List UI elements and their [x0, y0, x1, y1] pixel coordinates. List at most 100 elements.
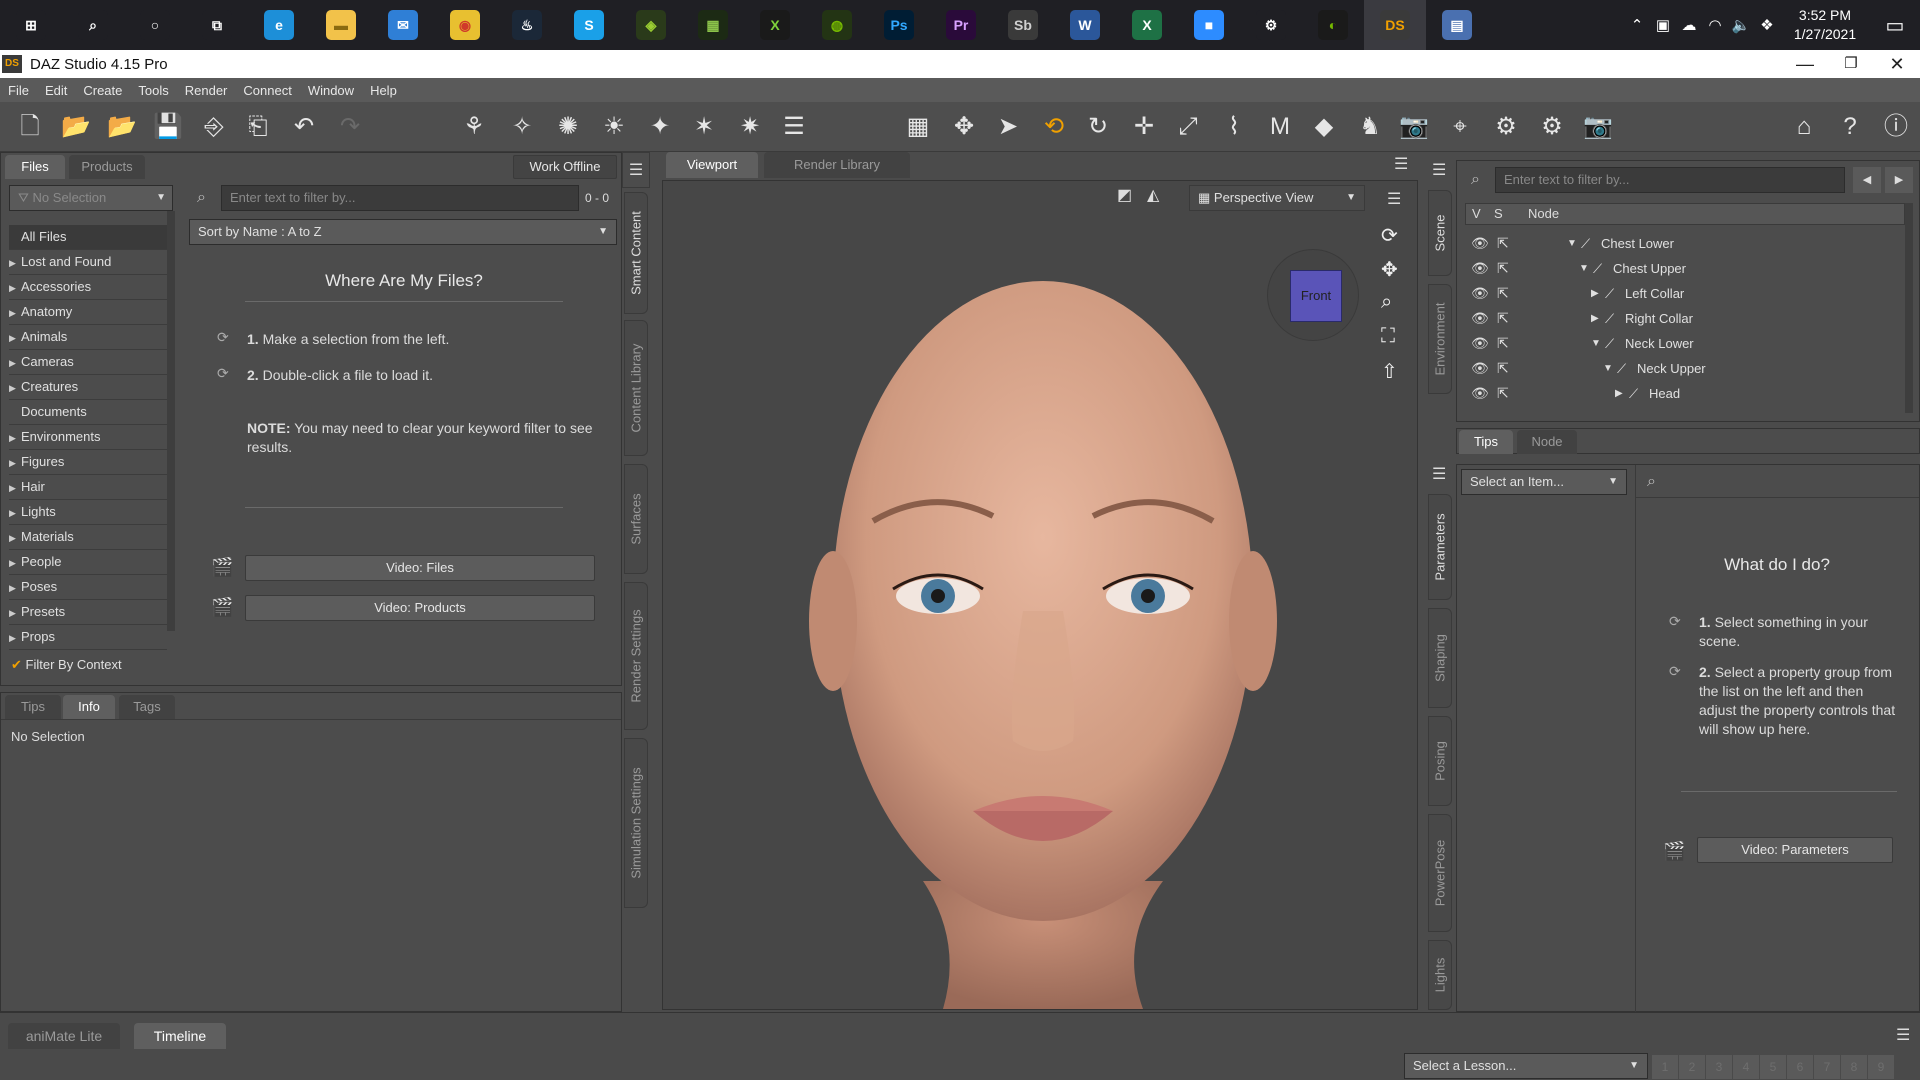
camera-settings-icon[interactable]: 📷 — [1398, 111, 1430, 143]
surface-selection-icon[interactable]: ◆ — [1308, 111, 1340, 143]
draw-style-icon[interactable]: ◩ — [1117, 185, 1132, 205]
tree-arrow-icon[interactable]: ▼ — [1579, 256, 1589, 281]
selectable-cursor-icon[interactable]: ⇱ — [1497, 306, 1515, 331]
category-item[interactable]: ▶ Poses — [9, 575, 167, 600]
menu-render[interactable]: Render — [177, 83, 236, 98]
no-selection-dropdown[interactable]: ⛛ No Selection ▼ — [9, 185, 173, 211]
daz-home-icon[interactable]: ⌂ — [1788, 111, 1820, 143]
minimize-button[interactable]: — — [1782, 50, 1828, 78]
reset-camera-icon[interactable]: ⇧ — [1381, 359, 1398, 384]
visibility-eye-icon[interactable]: 👁 — [1471, 256, 1489, 281]
arrow-left-icon[interactable]: ◀ — [1853, 167, 1881, 193]
pane-menu-icon[interactable]: ☰ — [1432, 464, 1446, 484]
category-item[interactable]: ▶ People — [9, 550, 167, 575]
dropbox-icon[interactable]: ❖ — [1754, 16, 1780, 34]
select-item-dropdown[interactable]: Select an Item... ▼ — [1461, 469, 1627, 495]
vtab-simulation-settings[interactable]: Simulation Settings — [624, 738, 648, 908]
scene-filter-input[interactable]: Enter text to filter by... — [1495, 167, 1845, 193]
volume-icon[interactable]: 🔈 — [1728, 16, 1754, 34]
lesson-page-button[interactable]: 1 — [1652, 1055, 1678, 1079]
skype-icon[interactable]: S — [558, 0, 620, 50]
lesson-dropdown[interactable]: Select a Lesson... ▼ — [1404, 1053, 1648, 1079]
merge-icon[interactable]: 📂 — [106, 111, 138, 143]
category-item[interactable]: ▶ Lost and Found — [9, 250, 167, 275]
vtab-parameters[interactable]: Parameters — [1428, 494, 1452, 600]
whats-this-icon[interactable]: ? — [1834, 111, 1866, 143]
render-icon[interactable]: 📷 — [1582, 111, 1614, 143]
category-item[interactable]: ▶ Animals — [9, 325, 167, 350]
vtab-content-library[interactable]: Content Library — [624, 320, 648, 456]
scene-node-row[interactable]: 👁 ⇱ ▶ ⟋ Right Collar — [1471, 306, 1901, 331]
selectable-cursor-icon[interactable]: ⇱ — [1497, 331, 1515, 356]
lesson-page-button[interactable]: 4 — [1733, 1055, 1759, 1079]
col-visible[interactable]: V — [1472, 206, 1481, 221]
render-settings-icon[interactable]: ⚙ — [1536, 111, 1568, 143]
onedrive-icon[interactable]: ☁ — [1676, 16, 1702, 34]
tree-arrow-icon[interactable]: ▶ — [1591, 281, 1599, 306]
category-item[interactable]: ▶ Lights — [9, 500, 167, 525]
selectable-cursor-icon[interactable]: ⇱ — [1497, 256, 1515, 281]
chrome-icon[interactable]: ◉ — [434, 0, 496, 50]
category-item[interactable]: ▶ Figures — [9, 450, 167, 475]
cortana-icon[interactable]: ○ — [124, 0, 186, 50]
rotate-tool-icon[interactable]: ↻ — [1082, 111, 1114, 143]
steam-icon[interactable]: ♨ — [496, 0, 558, 50]
scene-node-row[interactable]: 👁 ⇱ ▶ ⟋ Head — [1471, 381, 1901, 406]
tab-products[interactable]: Products — [69, 155, 145, 179]
col-node[interactable]: Node — [1528, 206, 1559, 221]
frame-icon[interactable]: ⛶ — [1381, 325, 1395, 348]
active-pose-icon[interactable]: ⟲ — [1038, 111, 1070, 143]
arrow-right-icon[interactable]: ▶ — [1885, 167, 1913, 193]
scene-node-row[interactable]: 👁 ⇱ ▼ ⟋ Neck Upper — [1471, 356, 1901, 381]
chevron-up-icon[interactable]: ⌃ — [1624, 16, 1650, 34]
spotlight-icon[interactable]: ✧ — [506, 111, 538, 143]
distant-light-icon[interactable]: ✺ — [552, 111, 584, 143]
pane-menu-icon[interactable]: ☰ — [622, 152, 650, 188]
lesson-page-button[interactable]: 6 — [1787, 1055, 1813, 1079]
zoom-camera-icon[interactable]: ⌕ — [1381, 291, 1392, 314]
viewport-3d[interactable]: ◩ ◭ ▦ Perspective View ▼ ☰ Front ⟳ ✥ ⌕ ⛶… — [662, 180, 1418, 1010]
category-item[interactable]: All Files — [9, 225, 167, 250]
vtab-environment[interactable]: Environment — [1428, 284, 1452, 394]
scene-node-row[interactable]: 👁 ⇱ ▼ ⟋ Chest Lower — [1471, 231, 1901, 256]
tab-node[interactable]: Node — [1517, 430, 1577, 454]
view-cube-front[interactable]: Front — [1290, 270, 1342, 322]
tab-tags[interactable]: Tags — [119, 695, 175, 719]
scene-node-row[interactable]: 👁 ⇱ ▼ ⟋ Neck Lower — [1471, 331, 1901, 356]
category-item[interactable]: ▶ Accessories — [9, 275, 167, 300]
pane-menu-icon[interactable]: ☰ — [1896, 1025, 1910, 1045]
lesson-page-button[interactable]: 3 — [1706, 1055, 1732, 1079]
category-item[interactable]: ▶ Anatomy — [9, 300, 167, 325]
visibility-eye-icon[interactable]: 👁 — [1471, 231, 1489, 256]
vtab-scene[interactable]: Scene — [1428, 190, 1452, 276]
photoshop-icon[interactable]: Ps — [868, 0, 930, 50]
undo-icon[interactable]: ↶ — [288, 111, 320, 143]
tab-timeline[interactable]: Timeline — [134, 1023, 226, 1049]
tree-arrow-icon[interactable]: ▼ — [1591, 331, 1601, 356]
search-icon[interactable]: ⌕ — [62, 0, 124, 50]
menu-connect[interactable]: Connect — [235, 83, 299, 98]
app-green-icon[interactable]: ◈ — [620, 0, 682, 50]
vtab-surfaces[interactable]: Surfaces — [624, 464, 648, 574]
daz-studio-icon[interactable]: DS — [1364, 0, 1426, 50]
translate-tool-icon[interactable]: ✛ — [1128, 111, 1160, 143]
vtab-powerpose[interactable]: PowerPose — [1428, 814, 1452, 932]
filter-by-context-checkbox[interactable]: ✔ Filter By Context — [11, 657, 122, 673]
category-item[interactable]: Documents — [9, 400, 167, 425]
tab-tips[interactable]: Tips — [1459, 430, 1513, 454]
viewport-menu-icon[interactable]: ☰ — [1387, 189, 1401, 209]
task-view-icon[interactable]: ⧉ — [186, 0, 248, 50]
node-selection-icon[interactable]: ➤ — [992, 111, 1024, 143]
menu-edit[interactable]: Edit — [37, 83, 75, 98]
tab-info[interactable]: Info — [63, 695, 115, 719]
video-products-button[interactable]: Video: Products — [245, 595, 595, 621]
new-scene-icon[interactable]: 🗋 — [14, 111, 46, 143]
selectable-cursor-icon[interactable]: ⇱ — [1497, 381, 1515, 406]
tree-arrow-icon[interactable]: ▼ — [1603, 356, 1613, 381]
lesson-page-button[interactable]: 9 — [1868, 1055, 1894, 1079]
tab-render-library[interactable]: Render Library — [764, 152, 910, 178]
wifi-icon[interactable]: ◠ — [1702, 16, 1728, 34]
redo-icon[interactable]: ↷ — [334, 111, 366, 143]
visibility-eye-icon[interactable]: 👁 — [1471, 281, 1489, 306]
tree-arrow-icon[interactable]: ▶ — [1615, 381, 1623, 406]
